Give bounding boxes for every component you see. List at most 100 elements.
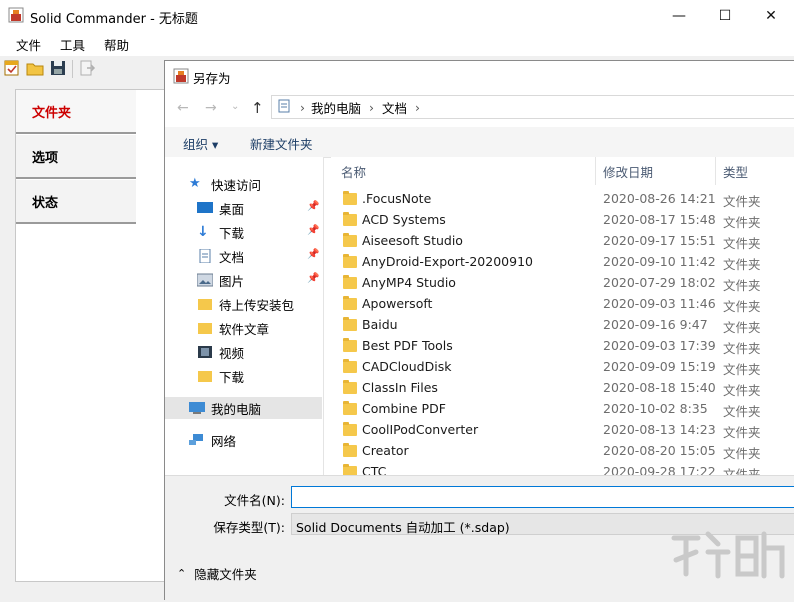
file-row[interactable]: Aiseesoft Studio 2020-09-17 15:51 文件夹: [331, 231, 794, 252]
organize-button[interactable]: 组织 ▾: [183, 134, 218, 153]
file-name: ClassIn Files: [362, 380, 438, 395]
hide-folders-toggle[interactable]: ⌃ 隐藏文件夹: [177, 564, 257, 583]
save-icon[interactable]: [49, 59, 67, 77]
file-name: Creator: [362, 443, 409, 458]
file-type: 文件夹: [723, 299, 761, 314]
minimize-button[interactable]: —: [656, 0, 702, 31]
file-date: 2020-10-02 8:35: [603, 401, 708, 416]
recent-dropdown-icon[interactable]: ⌄: [231, 101, 239, 112]
save-as-dialog: 另存为 ← → ⌄ ↑ › 我的电脑 › 文档 › 组织 ▾ 新建文件夹 ★ 快…: [164, 60, 794, 602]
nav-software-articles[interactable]: 软件文章: [197, 317, 269, 339]
column-name[interactable]: 名称: [341, 157, 366, 185]
export-icon[interactable]: [78, 59, 96, 77]
folder-icon: [343, 254, 357, 268]
up-arrow-icon[interactable]: ↑: [251, 99, 264, 117]
watermark-logo: [668, 524, 788, 584]
file-row[interactable]: ClassIn Files 2020-08-18 15:40 文件夹: [331, 378, 794, 399]
file-name: CoolIPodConverter: [362, 422, 479, 437]
nav-documents[interactable]: 文档: [197, 245, 244, 267]
menu-tools[interactable]: 工具: [60, 35, 85, 54]
file-row[interactable]: AnyDroid-Export-20200910 2020-09-10 11:42…: [331, 252, 794, 273]
file-row[interactable]: AnyMP4 Studio 2020-07-29 18:02 文件夹: [331, 273, 794, 294]
nav-videos[interactable]: 视频: [197, 341, 244, 363]
folder-icon: [343, 359, 357, 373]
file-date: 2020-08-20 15:05: [603, 443, 716, 458]
breadcrumb-my-computer[interactable]: 我的电脑: [311, 98, 361, 117]
file-date: 2020-09-10 11:42: [603, 254, 716, 269]
command-bar: 组织 ▾ 新建文件夹: [165, 127, 794, 158]
file-row[interactable]: .FocusNote 2020-08-26 14:21 文件夹: [331, 189, 794, 210]
nav-pictures[interactable]: 图片: [196, 269, 244, 291]
file-type: 文件夹: [723, 446, 761, 461]
nav-pending-packages[interactable]: 待上传安装包: [197, 293, 294, 315]
breadcrumb-documents[interactable]: 文档: [382, 98, 407, 117]
nav-downloads[interactable]: ↓ 下载: [197, 221, 244, 243]
dialog-title: 另存为: [193, 71, 231, 86]
forward-arrow-icon[interactable]: →: [205, 100, 217, 116]
tab-status[interactable]: 状态: [16, 180, 136, 224]
nav-label: 我的电脑: [211, 401, 262, 417]
maximize-button[interactable]: ☐: [702, 0, 748, 31]
filename-label: 文件名(N):: [224, 493, 285, 508]
file-type: 文件夹: [723, 257, 761, 272]
new-document-icon[interactable]: [3, 59, 21, 77]
filename-input[interactable]: [291, 486, 794, 508]
column-divider[interactable]: [595, 157, 596, 185]
file-row[interactable]: Combine PDF 2020-10-02 8:35 文件夹: [331, 399, 794, 420]
file-type: 文件夹: [723, 194, 761, 209]
file-name: ACD Systems: [362, 212, 446, 227]
nav-network[interactable]: 网络: [189, 429, 236, 451]
nav-downloads-folder[interactable]: 下载: [197, 365, 244, 387]
file-row[interactable]: Creator 2020-08-20 15:05 文件夹: [331, 441, 794, 462]
folder-icon: [343, 380, 357, 394]
address-bar[interactable]: › 我的电脑 › 文档 ›: [271, 95, 794, 119]
column-type[interactable]: 类型: [723, 157, 748, 185]
folder-icon: [343, 443, 357, 457]
document-icon: [197, 248, 213, 264]
nav-label: 下载: [219, 369, 245, 385]
file-row[interactable]: Best PDF Tools 2020-09-03 17:39 文件夹: [331, 336, 794, 357]
pin-icon[interactable]: 📌: [307, 249, 319, 260]
navigation-pane: ★ 快速访问 桌面 📌 ↓ 下载 📌 文档 📌 图片 📌 待上传安装包 软件文章…: [165, 157, 324, 475]
file-row[interactable]: Baidu 2020-09-16 9:47 文件夹: [331, 315, 794, 336]
app-logo-icon: [8, 7, 24, 23]
nav-quick-access[interactable]: ★ 快速访问: [189, 173, 261, 195]
file-date: 2020-08-13 14:23: [603, 422, 716, 437]
close-button[interactable]: ✕: [748, 0, 794, 31]
file-row[interactable]: CADCloudDisk 2020-09-09 15:19 文件夹: [331, 357, 794, 378]
nav-my-computer[interactable]: 我的电脑: [165, 397, 322, 419]
file-type: 文件夹: [723, 467, 761, 475]
file-name: Apowersoft: [362, 296, 433, 311]
column-divider[interactable]: [715, 157, 716, 185]
pin-icon[interactable]: 📌: [307, 225, 319, 236]
document-icon: [278, 99, 290, 116]
file-row[interactable]: CTC 2020-09-28 17:22 文件夹: [331, 462, 794, 475]
breadcrumb-separator: ›: [369, 99, 375, 115]
computer-icon: [189, 401, 205, 415]
tab-options[interactable]: 选项: [16, 135, 136, 179]
pin-icon[interactable]: 📌: [307, 273, 319, 284]
nav-label: 文档: [219, 249, 245, 265]
folder-icon: [343, 317, 357, 331]
file-date: 2020-09-03 11:46: [603, 296, 716, 311]
file-row[interactable]: ACD Systems 2020-08-17 15:48 文件夹: [331, 210, 794, 231]
sort-ascending-icon: ⌃: [463, 157, 472, 164]
nav-desktop[interactable]: 桌面: [197, 197, 244, 219]
tab-folders[interactable]: 文件夹: [16, 90, 136, 134]
toolbar-separator: [72, 60, 73, 78]
folder-icon: [343, 401, 357, 415]
back-arrow-icon[interactable]: ←: [177, 100, 189, 116]
open-folder-icon[interactable]: [26, 59, 44, 77]
new-folder-button[interactable]: 新建文件夹: [250, 134, 313, 153]
file-date: 2020-08-18 15:40: [603, 380, 716, 395]
file-name: .FocusNote: [362, 191, 432, 206]
menu-file[interactable]: 文件: [16, 35, 41, 54]
pin-icon[interactable]: 📌: [307, 201, 319, 212]
file-date: 2020-09-28 17:22: [603, 464, 716, 475]
file-date: 2020-07-29 18:02: [603, 275, 716, 290]
file-row[interactable]: CoolIPodConverter 2020-08-13 14:23 文件夹: [331, 420, 794, 441]
menu-help[interactable]: 帮助: [104, 35, 129, 54]
app-title: Solid Commander - 无标题: [30, 12, 198, 27]
file-row[interactable]: Apowersoft 2020-09-03 11:46 文件夹: [331, 294, 794, 315]
column-date[interactable]: 修改日期: [603, 157, 653, 185]
